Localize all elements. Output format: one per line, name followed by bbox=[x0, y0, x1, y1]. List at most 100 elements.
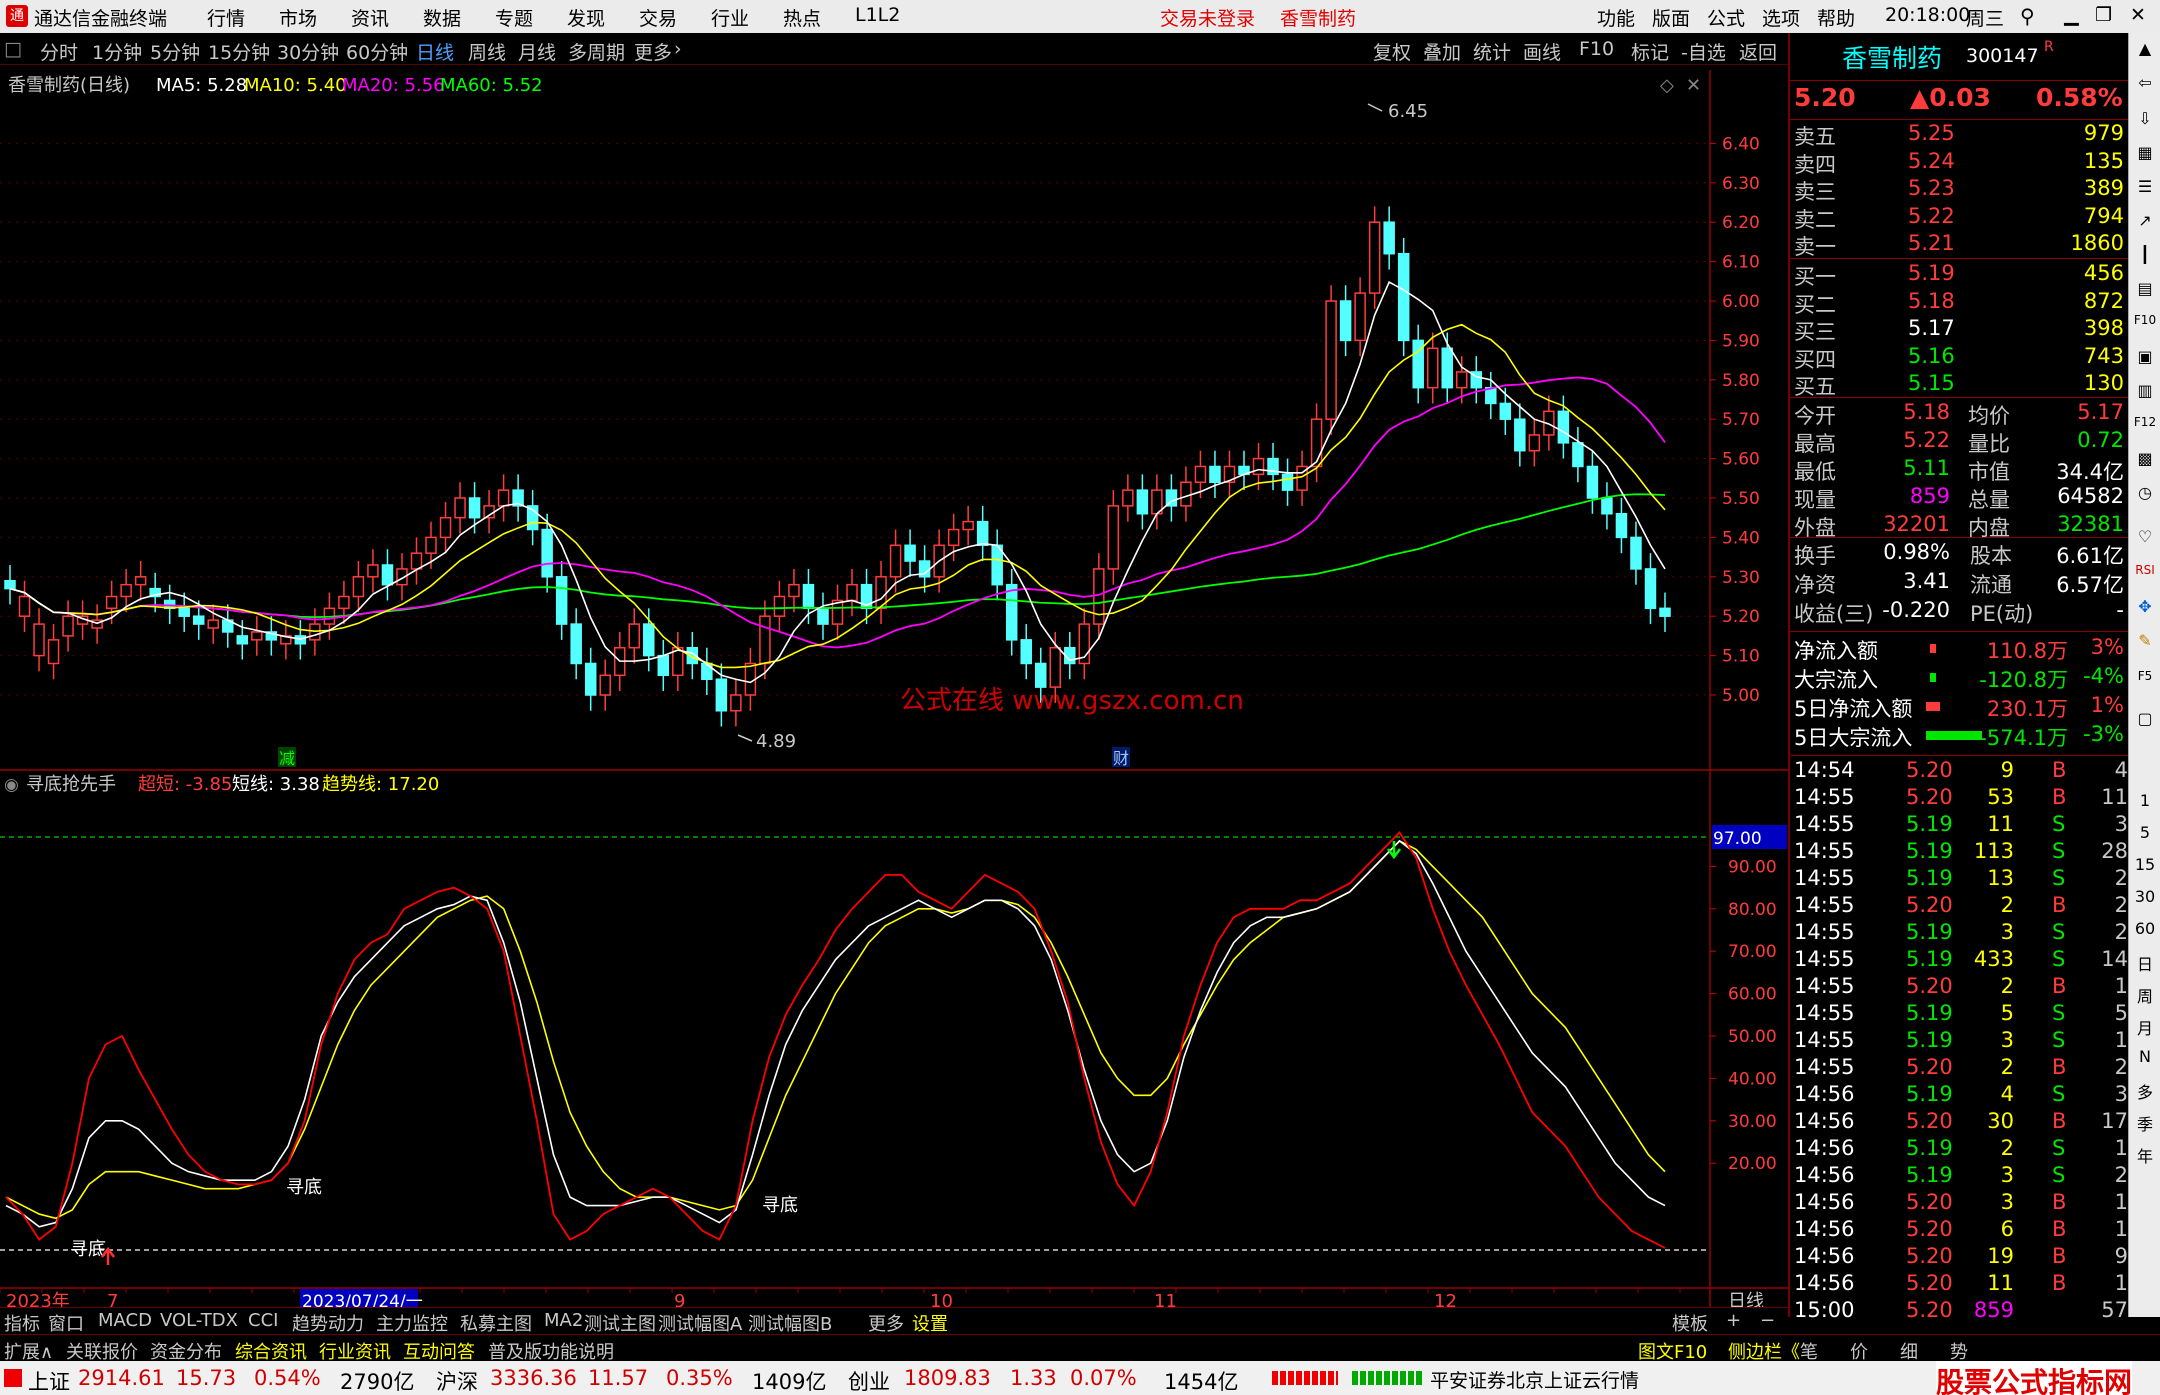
candle[interactable] bbox=[1325, 300, 1337, 420]
sidebar-clock-icon[interactable]: ◷ bbox=[2132, 483, 2158, 502]
sidebar-f5-icon[interactable]: F5 bbox=[2132, 669, 2158, 683]
menu-hangye[interactable]: 行业 bbox=[711, 4, 749, 31]
candle[interactable] bbox=[1093, 568, 1105, 625]
tool-huaxian[interactable]: 画线 bbox=[1523, 38, 1561, 65]
candle[interactable] bbox=[1180, 481, 1192, 507]
tool-fanhui[interactable]: 返回 bbox=[1739, 38, 1777, 65]
candle[interactable] bbox=[468, 497, 481, 519]
sidebar-move-icon[interactable]: ✥ bbox=[2132, 597, 2158, 616]
sidebar-period-2[interactable]: 15 bbox=[2132, 855, 2158, 874]
candle[interactable] bbox=[541, 528, 553, 578]
candle[interactable] bbox=[904, 544, 916, 562]
sidebar-f10-icon[interactable]: F10 bbox=[2132, 313, 2158, 327]
candle[interactable] bbox=[1557, 410, 1570, 444]
candle[interactable] bbox=[410, 552, 423, 570]
candle[interactable] bbox=[1659, 607, 1671, 617]
candle[interactable] bbox=[1630, 536, 1642, 570]
candle[interactable] bbox=[134, 576, 147, 586]
chart-canvas[interactable]: 6.40 6.30 6.20 6.10 6.00 5.90 5.80 5.70 5.60 5.50… bbox=[0, 65, 1788, 1317]
period-more[interactable]: 更多 bbox=[634, 38, 672, 65]
menu-gongneng[interactable]: 功能 bbox=[1597, 4, 1635, 31]
indicator-tab-7[interactable]: 私募主图 bbox=[460, 1310, 532, 1336]
candle[interactable] bbox=[33, 623, 45, 657]
ask-row[interactable]: 卖二 5.22 794 bbox=[1790, 204, 2130, 232]
chevron-right-icon[interactable]: › bbox=[674, 38, 682, 60]
candle[interactable] bbox=[1107, 505, 1120, 570]
candle[interactable] bbox=[1615, 513, 1628, 539]
indicator-tab-10[interactable]: 测试幅图A bbox=[658, 1310, 742, 1336]
candle[interactable] bbox=[991, 544, 1003, 586]
indicator-tab-8[interactable]: MA2 bbox=[544, 1310, 583, 1331]
indicator-tab-12[interactable]: 更多 bbox=[868, 1310, 904, 1336]
menu-shuju[interactable]: 数据 bbox=[423, 4, 461, 31]
tool-diejia[interactable]: 叠加 bbox=[1423, 38, 1461, 65]
menu-xuanxiang[interactable]: 选项 bbox=[1762, 4, 1800, 31]
sidebar-period-9[interactable]: 多 bbox=[2132, 1079, 2158, 1103]
index-sh-label[interactable]: 上证 bbox=[28, 1366, 70, 1395]
ask-row[interactable]: 卖三 5.23 389 bbox=[1790, 176, 2130, 204]
indicator-tab-11[interactable]: 测试幅图B bbox=[748, 1310, 832, 1336]
indicator-settings-icon[interactable]: ◉ bbox=[4, 775, 19, 795]
indicator-tab-5[interactable]: 趋势动力 bbox=[292, 1310, 364, 1336]
candle[interactable] bbox=[657, 654, 670, 677]
sidebar-f12-icon[interactable]: F12 bbox=[2132, 415, 2158, 429]
candle[interactable] bbox=[773, 595, 786, 617]
candle[interactable] bbox=[1456, 371, 1468, 389]
tab-template[interactable]: 模板 bbox=[1672, 1310, 1708, 1336]
candle[interactable] bbox=[381, 564, 394, 586]
candle[interactable] bbox=[555, 576, 568, 625]
bid-row[interactable]: 买二 5.18 872 bbox=[1790, 289, 2130, 317]
candle[interactable] bbox=[192, 615, 205, 625]
candle[interactable] bbox=[425, 536, 437, 554]
candle[interactable] bbox=[1209, 465, 1221, 483]
sidebar-period-4[interactable]: 60 bbox=[2132, 919, 2158, 938]
candle[interactable] bbox=[251, 631, 263, 641]
candle[interactable] bbox=[701, 662, 713, 680]
candle[interactable] bbox=[352, 576, 365, 598]
period-daily[interactable]: 日线 bbox=[416, 38, 454, 65]
menu-bangzhu[interactable]: 帮助 bbox=[1817, 4, 1855, 31]
sidebar-rsi-icon[interactable]: RSI bbox=[2132, 563, 2158, 577]
sidebar-period-5[interactable]: 日 bbox=[2132, 951, 2158, 975]
candle[interactable] bbox=[1005, 583, 1018, 641]
sidebar-period-1[interactable]: 5 bbox=[2132, 823, 2158, 842]
candle[interactable] bbox=[817, 607, 829, 625]
sidebar-kline-icon[interactable]: ┃ bbox=[2132, 245, 2158, 264]
candle[interactable] bbox=[454, 497, 466, 519]
sidebar-calendar-icon[interactable]: ▩ bbox=[2132, 449, 2158, 468]
sidebar-tag-icon[interactable]: ▢ bbox=[2132, 709, 2158, 728]
sidebar-doc-icon[interactable]: ▥ bbox=[2132, 381, 2158, 400]
indicator-tab-0[interactable]: 指标 bbox=[4, 1310, 40, 1336]
candle[interactable] bbox=[62, 615, 74, 637]
candle[interactable] bbox=[1020, 639, 1032, 665]
menu-jiaoyi[interactable]: 交易 bbox=[639, 4, 677, 31]
candle[interactable] bbox=[4, 579, 16, 590]
sidebar-trend-icon[interactable]: ↗ bbox=[2132, 211, 2158, 230]
indicator-tab-9[interactable]: 测试主图 bbox=[584, 1310, 656, 1336]
candle[interactable] bbox=[367, 564, 379, 578]
sidebar-chart-icon[interactable]: ▦ bbox=[2132, 143, 2158, 162]
index-cy-label[interactable]: 创业 bbox=[848, 1366, 890, 1395]
tool-zixuan[interactable]: -自选 bbox=[1681, 38, 1726, 65]
period-30min[interactable]: 30分钟 bbox=[277, 38, 339, 65]
sidebar-pen-icon[interactable]: ✎ bbox=[2132, 631, 2158, 650]
sidebar-period-3[interactable]: 30 bbox=[2132, 887, 2158, 906]
sidebar-period-11[interactable]: 年 bbox=[2132, 1143, 2158, 1167]
indicator-tab-1[interactable]: 窗口 bbox=[48, 1310, 84, 1336]
menu-redian[interactable]: 热点 bbox=[783, 4, 821, 31]
menu-banmian[interactable]: 版面 bbox=[1652, 4, 1690, 31]
indicator-tab-3[interactable]: VOL-TDX bbox=[160, 1310, 238, 1331]
sidebar-period-0[interactable]: 1 bbox=[2132, 791, 2158, 810]
period-15min[interactable]: 15分钟 bbox=[208, 38, 270, 65]
tab-minus[interactable]: − bbox=[1760, 1310, 1775, 1331]
ask-row[interactable]: 卖四 5.24 135 bbox=[1790, 149, 2130, 177]
tab-plus[interactable]: + bbox=[1726, 1310, 1741, 1331]
tool-fuquan[interactable]: 复权 bbox=[1373, 38, 1411, 65]
restore-icon[interactable]: ❐ bbox=[2095, 4, 2112, 26]
indicator-tab-4[interactable]: CCI bbox=[248, 1310, 278, 1331]
sidebar-period-10[interactable]: 季 bbox=[2132, 1111, 2158, 1135]
candle[interactable] bbox=[1049, 646, 1062, 688]
candle[interactable] bbox=[439, 516, 452, 539]
period-fenshi[interactable]: 分时 bbox=[40, 38, 78, 65]
candle[interactable] bbox=[715, 678, 728, 712]
